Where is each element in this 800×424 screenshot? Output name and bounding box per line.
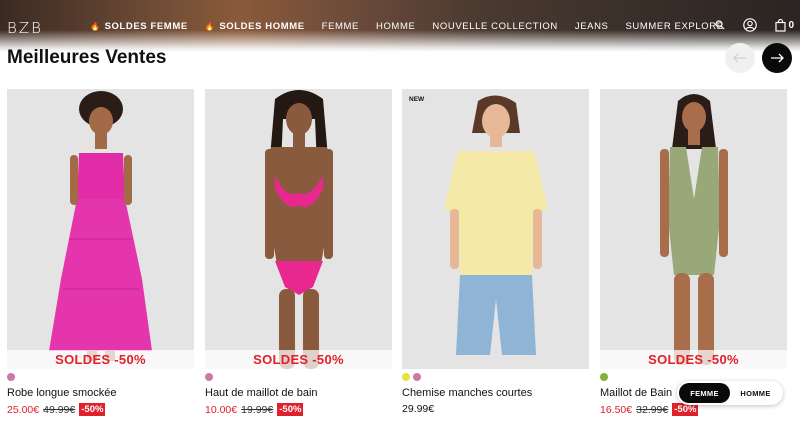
nav-label: HOMME [375, 21, 416, 32]
color-swatches [402, 373, 589, 381]
current-price: 29.99€ [402, 403, 435, 415]
nav-item-homme[interactable]: HOMME [376, 21, 415, 32]
carousel-prev-button[interactable] [725, 43, 755, 73]
product-name[interactable]: Chemise manches courtes [402, 387, 589, 399]
color-swatches [205, 373, 392, 381]
color-swatches [7, 373, 194, 381]
account-icon[interactable] [743, 18, 758, 32]
toggle-homme[interactable]: HOMME [730, 383, 781, 403]
sale-banner: SOLDES -50% [600, 350, 787, 369]
product-image[interactable]: SOLDES -50% [600, 89, 787, 369]
color-swatch[interactable] [205, 373, 213, 381]
current-price: 16.50€ [600, 403, 633, 416]
nav-label: FEMME [321, 21, 359, 32]
product-name[interactable]: Haut de maillot de bain [205, 387, 392, 399]
nav-label: NOUVELLE COLLECTION [432, 21, 558, 32]
nav-label: SOLDES HOMME [219, 21, 305, 32]
nav-item-summer-explore[interactable]: SUMMER EXPLORE [625, 21, 723, 32]
bag-icon[interactable]: 0 [775, 18, 794, 32]
color-swatch[interactable] [402, 373, 410, 381]
nav-label: JEANS [574, 21, 609, 32]
color-swatch[interactable] [7, 373, 15, 381]
price-row: 25.00€ 49.99€ -50% [7, 403, 194, 416]
sale-banner: SOLDES -50% [7, 350, 194, 369]
gender-toggle: FEMME HOMME [677, 381, 783, 405]
original-price: 19.99€ [241, 403, 274, 416]
product-card[interactable]: SOLDES -50% Robe longue smockée 25.00€ 4… [7, 89, 194, 416]
original-price: 32.99€ [636, 403, 669, 416]
color-swatch[interactable] [413, 373, 421, 381]
price-row: 10.00€ 19.99€ -50% [205, 403, 392, 416]
original-price: 49.99€ [43, 403, 76, 416]
cart-count: 0 [788, 19, 794, 31]
nav-item-jeans[interactable]: JEANS [575, 21, 609, 32]
color-swatch[interactable] [600, 373, 608, 381]
new-badge: NEW [409, 96, 425, 103]
product-card[interactable]: NEW Chemise manches courtes 29.99€ [402, 89, 589, 415]
main-nav: 🔥 SOLDES FEMME 🔥 SOLDES HOMME FEMME HOMM… [90, 21, 741, 32]
search-icon[interactable] [715, 20, 725, 30]
product-image[interactable]: NEW [402, 89, 589, 369]
current-price: 10.00€ [205, 403, 238, 416]
fire-icon: 🔥 [90, 22, 101, 31]
discount-badge: -50% [277, 403, 304, 416]
brand-logo[interactable]: BZB [7, 19, 43, 37]
nav-item-soldes-homme[interactable]: 🔥 SOLDES HOMME [205, 21, 305, 32]
nav-item-nouvelle-collection[interactable]: NOUVELLE COLLECTION [432, 21, 557, 32]
header-actions: 0 [715, 18, 794, 32]
product-image[interactable]: SOLDES -50% [7, 89, 194, 369]
carousel-next-button[interactable] [762, 43, 792, 73]
nav-label: SUMMER EXPLORE [625, 21, 724, 32]
nav-item-soldes-femme[interactable]: 🔥 SOLDES FEMME [90, 21, 188, 32]
current-price: 25.00€ [7, 403, 40, 416]
product-name[interactable]: Robe longue smockée [7, 387, 194, 399]
color-swatches [600, 373, 787, 381]
sale-banner: SOLDES -50% [205, 350, 392, 369]
section-title: Meilleures Ventes [7, 47, 167, 68]
nav-label: SOLDES FEMME [104, 21, 188, 32]
toggle-femme[interactable]: FEMME [679, 383, 730, 403]
price-row: 29.99€ [402, 403, 589, 415]
product-card[interactable]: SOLDES -50% Haut de maillot de bain 10.0… [205, 89, 392, 416]
product-image[interactable]: SOLDES -50% [205, 89, 392, 369]
nav-item-femme[interactable]: FEMME [322, 21, 359, 32]
fire-icon: 🔥 [204, 22, 216, 31]
arrow-left-icon [733, 53, 746, 63]
arrow-right-icon [771, 53, 784, 63]
product-card[interactable]: SOLDES -50% Maillot de Bain 16.50€ 32.99… [600, 89, 787, 416]
discount-badge: -50% [79, 403, 106, 416]
